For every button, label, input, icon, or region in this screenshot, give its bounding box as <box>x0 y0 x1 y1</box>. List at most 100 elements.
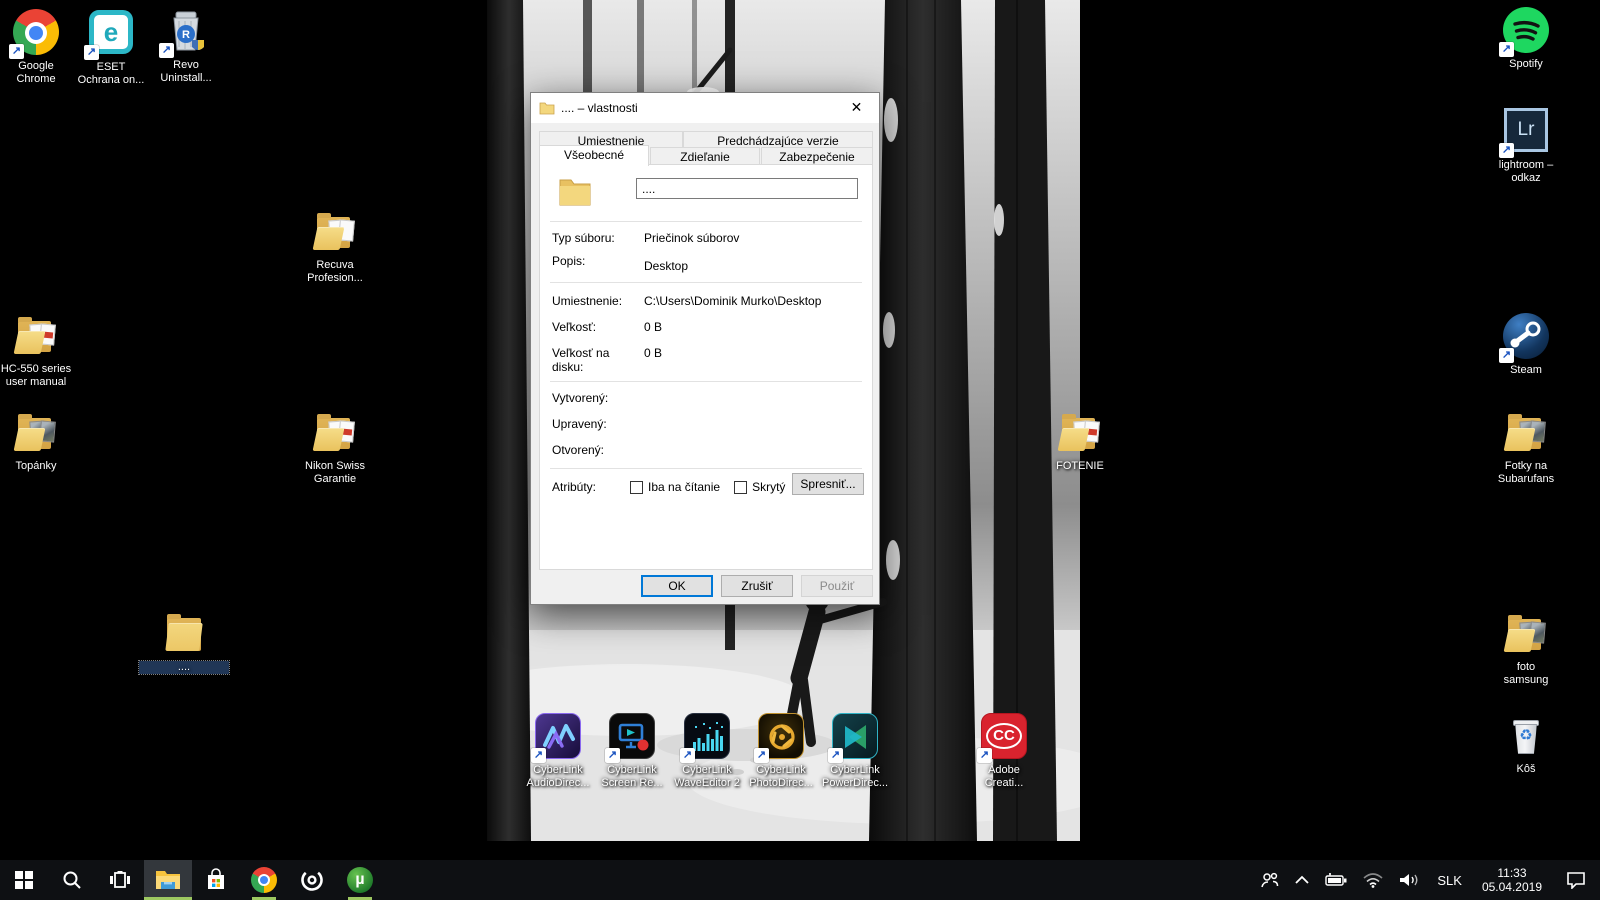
svg-text:R: R <box>182 29 190 41</box>
desktop-icon-foto-samsung[interactable]: foto samsung <box>1481 610 1571 687</box>
close-icon[interactable]: ✕ <box>834 93 879 122</box>
field-label: Umiestnenie: <box>552 294 644 308</box>
folder-name-input[interactable] <box>636 178 858 199</box>
desktop-icon-label: foto samsung <box>1481 661 1571 687</box>
shortcut-arrow-icon: ↗ <box>1499 348 1514 363</box>
desktop-icon-label: lightroom – odkaz <box>1481 159 1571 185</box>
folder-pdf-icon <box>1056 409 1104 457</box>
desktop-icon-label: Topánky <box>0 460 81 473</box>
desktop-icon-topanky[interactable]: Topánky <box>0 409 81 473</box>
clock[interactable]: 11:33 05.04.2019 <box>1474 860 1550 900</box>
volume-icon[interactable] <box>1393 860 1425 900</box>
dialog-titlebar[interactable]: .... – vlastnosti ✕ <box>531 93 879 123</box>
desktop-icon-steam[interactable]: ↗ Steam <box>1481 312 1571 377</box>
folder-photos-icon <box>1502 409 1550 457</box>
folder-photos-icon <box>1502 610 1550 658</box>
folder-photos-icon <box>12 409 60 457</box>
checkbox-box <box>630 481 643 494</box>
circle-ring-app-icon <box>299 867 325 893</box>
desktop-icon-dots-folder[interactable]: .... <box>139 610 229 674</box>
tab-zdielanie[interactable]: Zdieľanie <box>650 147 760 165</box>
desktop-icon-hc550-manual[interactable]: HC-550 series user manual <box>0 312 81 389</box>
field-value <box>644 391 862 405</box>
general-tab-panel: Typ súboru: Priečinok súborov Popis: Des… <box>539 164 873 570</box>
shortcut-arrow-icon: ↗ <box>977 748 992 763</box>
language-indicator[interactable]: SLK <box>1429 860 1470 900</box>
start-button[interactable] <box>0 860 48 900</box>
windows-logo-icon <box>15 871 33 889</box>
folder-documents-icon <box>311 208 359 256</box>
desktop-icon-label: Nikon Swiss Garantie <box>290 460 380 486</box>
desktop-icon-label: Kôš <box>1481 763 1571 776</box>
desktop-icon-revo-uninstaller[interactable]: R ↗ Revo Uninstall... <box>141 8 231 85</box>
cancel-button[interactable]: Zrušiť <box>721 575 793 597</box>
task-view-icon <box>109 870 131 890</box>
shortcut-arrow-icon: ↗ <box>9 44 24 59</box>
shortcut-arrow-icon: ↗ <box>754 748 769 763</box>
field-label: Typ súboru: <box>552 231 644 245</box>
desktop-icon-lightroom[interactable]: Lr ↗ lightroom – odkaz <box>1481 106 1571 185</box>
microsoft-store-icon <box>205 868 227 892</box>
field-value: Desktop <box>644 254 862 273</box>
desktop-icon-fotky-subarufans[interactable]: Fotky na Subarufans <box>1481 409 1571 486</box>
task-view-button[interactable] <box>96 860 144 900</box>
chrome-taskbar-button[interactable] <box>240 860 288 900</box>
field-label: Atribúty: <box>552 480 630 494</box>
shortcut-arrow-icon: ↗ <box>1499 143 1514 158</box>
desktop-icon-recycle-bin[interactable]: ♻ Kôš <box>1481 712 1571 776</box>
folder-empty-icon <box>160 610 208 658</box>
field-label: Upravený: <box>552 417 644 431</box>
desktop: ↗ Google Chrome e ↗ ESET Ochrana on... R… <box>0 0 1600 900</box>
properties-dialog: .... – vlastnosti ✕ Umiestnenie Predchád… <box>530 92 880 605</box>
desktop-icon-label: HC-550 series user manual <box>0 363 81 389</box>
tab-zabezpecenie[interactable]: Zabezpečenie <box>761 147 873 165</box>
hidden-checkbox[interactable]: Skrytý <box>734 480 785 494</box>
action-center-icon[interactable] <box>1554 860 1598 900</box>
desktop-icon-nikon-garantie[interactable]: Nikon Swiss Garantie <box>290 409 380 486</box>
utorrent-button[interactable]: µ <box>336 860 384 900</box>
desktop-icon-label: Recuva Profesion... <box>290 259 380 285</box>
desktop-icon-cyberlink-powerdirector[interactable]: ↗ CyberLink PowerDirec... <box>810 712 900 790</box>
desktop-icon-label: Steam <box>1481 364 1571 377</box>
checkbox-box <box>734 481 747 494</box>
recycle-bin-icon: ♻ <box>1502 712 1550 760</box>
field-label: Veľkosť na disku: <box>552 346 644 374</box>
checkbox-label: Skrytý <box>752 480 785 494</box>
system-tray: SLK 11:33 05.04.2019 <box>1255 860 1600 900</box>
field-label: Vytvorený: <box>552 391 644 405</box>
readonly-checkbox[interactable]: Iba na čítanie <box>630 480 720 494</box>
tab-predchadzajuce-verzie[interactable]: Predchádzajúce verzie <box>683 131 873 148</box>
tray-overflow-chevron-icon[interactable] <box>1289 860 1315 900</box>
desktop-icon-fotenie[interactable]: FOTENIE <box>1035 409 1125 473</box>
dialog-title: .... – vlastnosti <box>561 101 638 115</box>
desktop-icon-adobe-creative-cloud[interactable]: CC ↗ Adobe Creati... <box>959 712 1049 790</box>
shortcut-arrow-icon: ↗ <box>1499 42 1514 57</box>
search-icon <box>62 870 82 890</box>
tab-vseobecne[interactable]: Všeobecné <box>539 145 649 166</box>
desktop-icon-spotify[interactable]: ↗ Spotify <box>1481 6 1571 71</box>
checkbox-label: Iba na čítanie <box>648 480 720 494</box>
media-app-button[interactable] <box>288 860 336 900</box>
people-icon[interactable] <box>1255 860 1285 900</box>
battery-icon[interactable] <box>1319 860 1353 900</box>
wifi-icon[interactable] <box>1357 860 1389 900</box>
desktop-icon-recuva[interactable]: Recuva Profesion... <box>290 208 380 285</box>
file-explorer-icon <box>155 869 181 891</box>
field-label: Veľkosť: <box>552 320 644 334</box>
folder-pdf-icon <box>311 409 359 457</box>
lightroom-letters: Lr <box>1518 119 1535 141</box>
advanced-button[interactable]: Spresniť... <box>792 473 864 495</box>
shortcut-arrow-icon: ↗ <box>531 748 546 763</box>
store-button[interactable] <box>192 860 240 900</box>
folder-pdf-icon <box>12 312 60 360</box>
field-value: C:\Users\Dominik Murko\Desktop <box>644 294 862 308</box>
apply-button[interactable]: Použiť <box>801 575 873 597</box>
ok-button[interactable]: OK <box>641 575 713 597</box>
chrome-icon <box>251 867 277 893</box>
shortcut-arrow-icon: ↗ <box>828 748 843 763</box>
field-label: Otvorený: <box>552 443 644 457</box>
field-value: 0 B <box>644 320 862 334</box>
search-button[interactable] <box>48 860 96 900</box>
file-explorer-button[interactable] <box>144 860 192 900</box>
clock-time: 11:33 <box>1497 866 1526 880</box>
